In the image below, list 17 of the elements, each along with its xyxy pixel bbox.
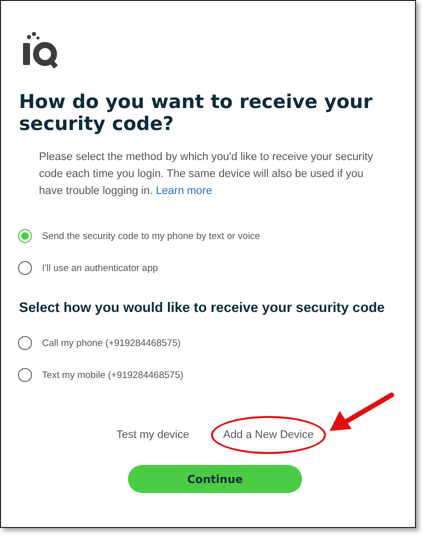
radio-button[interactable] [18, 368, 32, 382]
radio-button[interactable] [18, 229, 32, 243]
option-label: Text my mobile (+919284468575) [42, 370, 184, 380]
instruction-text: Please select the method by which you'd like to receive your security code each time you login. The same device will also be used if you have trouble logging in. Learn more [39, 150, 374, 199]
radio-button[interactable] [18, 336, 32, 350]
section-heading: Select how you would like to receive your security code [19, 300, 386, 315]
pointer-arrow [330, 392, 394, 431]
page-heading: How do you want to receive your security code? [19, 91, 374, 135]
device-link[interactable]: Test my device [104, 416, 202, 454]
device-link[interactable]: Add a New Device [211, 416, 326, 454]
continue-button[interactable]: Continue [128, 465, 302, 493]
learn-more-link[interactable]: Learn more [156, 185, 212, 197]
option-label: Send the security code to my phone by text or voice [42, 230, 260, 242]
logo-icon [22, 31, 58, 69]
option-label: Call my phone (+919284468575) [42, 338, 181, 348]
option-label: I'll use an authenticator app [42, 262, 158, 274]
radio-button[interactable] [18, 261, 32, 275]
